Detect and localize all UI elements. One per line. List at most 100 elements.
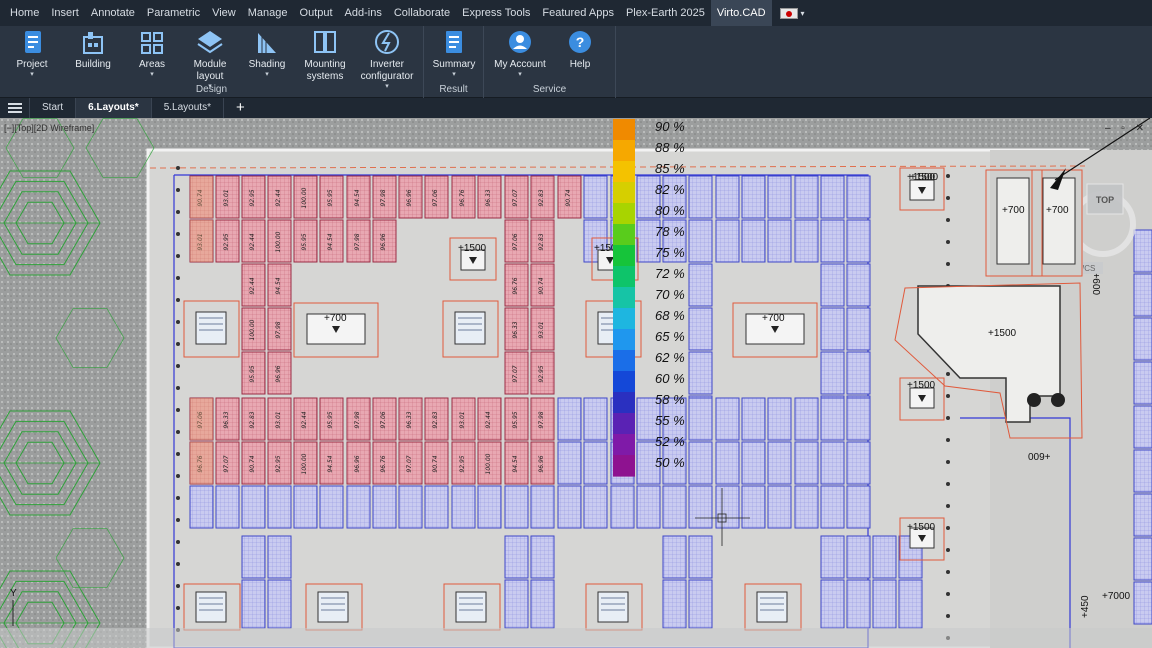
module-hatch	[584, 176, 607, 218]
elevation-label: +7000	[1102, 591, 1131, 602]
rooftop-vent[interactable]	[455, 591, 487, 623]
dropdown-arrow-icon[interactable]: ▾	[2, 71, 62, 79]
menu-tab-plex-earth-2025[interactable]: Plex-Earth 2025	[620, 0, 711, 26]
ribbon-building-button[interactable]: Building	[63, 26, 123, 71]
ribbon-inverter-configurator-button[interactable]: Inverter configurator ▾	[357, 26, 417, 91]
rooftop-unit-tall[interactable]	[996, 177, 1030, 265]
ribbon-shading-button[interactable]: Shading ▾	[237, 26, 297, 79]
module-shading-value: 92.95	[275, 455, 282, 472]
elevation-label: +700	[1002, 205, 1025, 216]
module-shading-value: 93.01	[275, 411, 282, 428]
ribbon-mounting-systems-button[interactable]: Mounting systems	[295, 26, 355, 83]
drawing-viewport[interactable]: 90.74 93.01 92.95 92.44 100.00 95.95 94.54 97.9…	[0, 118, 1152, 648]
roof-marker	[946, 262, 950, 266]
module-shading-value: 94.54	[512, 455, 519, 472]
rooftop-vent[interactable]	[195, 591, 227, 623]
rooftop-vent[interactable]	[597, 591, 629, 623]
roof-marker	[176, 166, 180, 170]
roof-marker	[946, 460, 950, 464]
menu-tab-collaborate[interactable]: Collaborate	[388, 0, 456, 26]
roof-marker	[176, 386, 180, 390]
roof-marker	[176, 474, 180, 478]
ribbon-group-result: Summary ▾ Result	[424, 26, 484, 98]
legend-swatch	[613, 266, 635, 288]
roof-marker	[176, 562, 180, 566]
module-shading-value: 100.00	[301, 453, 308, 474]
workspace-flag-icon[interactable]	[779, 7, 798, 19]
module-hatch	[505, 486, 528, 528]
module-shading-value: 96.76	[512, 277, 519, 294]
module-shading-value: 100.00	[249, 319, 256, 340]
elevation-label: 009+	[1028, 452, 1051, 463]
module-shading-value: 92.95	[223, 233, 230, 250]
roof-marker	[176, 210, 180, 214]
module-shading-value: 92.83	[432, 411, 439, 428]
wcs-menu[interactable]: WCS	[1077, 264, 1096, 273]
viewport-controls-label[interactable]: [−][Top][2D Wireframe]	[4, 123, 94, 133]
new-tab-button[interactable]: +	[224, 98, 257, 118]
module-hatch	[847, 220, 870, 262]
menu-tab-add-ins[interactable]: Add-ins	[339, 0, 388, 26]
rooftop-vent[interactable]	[195, 311, 227, 345]
module-shading-value: 97.98	[354, 233, 361, 250]
roof-marker	[946, 196, 950, 200]
ucs-y-label: Y	[10, 588, 17, 599]
rooftop-vent[interactable]	[756, 591, 788, 623]
module-hatch	[531, 536, 554, 578]
dropdown-arrow-icon[interactable]: ▾	[237, 71, 297, 79]
document-tab[interactable]: 6.Layouts*	[76, 98, 152, 118]
legend-swatch	[613, 203, 635, 225]
menu-tab-featured-apps[interactable]: Featured Apps	[536, 0, 620, 26]
ribbon-project-button[interactable]: Project ▾	[2, 26, 62, 79]
ribbon-module-layout-button[interactable]: Module layout ▾	[180, 26, 240, 91]
viewcube-top-label[interactable]: TOP	[1096, 195, 1114, 205]
legend-swatch	[613, 140, 635, 162]
ribbon-summary-button[interactable]: Summary ▾	[424, 26, 484, 79]
module-hatch	[689, 442, 712, 484]
roof-marker	[176, 540, 180, 544]
legend-level-label: 75 %	[655, 245, 685, 260]
menu-tab-virto-cad[interactable]: Virto.CAD	[710, 0, 772, 26]
module-hatch	[847, 176, 870, 218]
menu-tab-manage[interactable]: Manage	[242, 0, 294, 26]
menu-tab-output[interactable]: Output	[294, 0, 339, 26]
ribbon-my-account-button[interactable]: My Account ▾	[490, 26, 550, 79]
menu-tab-parametric[interactable]: Parametric	[141, 0, 206, 26]
drawing-canvas[interactable]: 90.74 93.01 92.95 92.44 100.00 95.95 94.54 97.9…	[0, 118, 1152, 648]
ribbon-areas-button[interactable]: Areas ▾	[122, 26, 182, 79]
menu-tab-view[interactable]: View	[206, 0, 242, 26]
dropdown-arrow-icon[interactable]: ▾	[122, 71, 182, 79]
module-hatch	[663, 486, 686, 528]
ribbon-button-label: Building	[75, 59, 111, 70]
module-hatch	[1134, 538, 1152, 580]
rooftop-vent[interactable]	[317, 591, 349, 623]
viewcube[interactable]: TOP N W S WCS	[1051, 165, 1149, 283]
module-shading-value: 94.54	[327, 233, 334, 250]
document-tab[interactable]: 5.Layouts*	[152, 98, 224, 118]
roof-marker	[946, 504, 950, 508]
module-hatch	[216, 486, 239, 528]
menu-bar: Home Insert Annotate Parametric View Manage Ou…	[0, 0, 1152, 26]
module-hatch	[821, 220, 844, 262]
legend-level-label: 78 %	[655, 224, 685, 239]
workspace-caret[interactable]: ▾	[801, 9, 805, 18]
rooftop-vent[interactable]	[454, 311, 486, 345]
menu-tab-express-tools[interactable]: Express Tools	[456, 0, 536, 26]
legend-level-label: 90 %	[655, 119, 685, 134]
dropdown-arrow-icon[interactable]: ▾	[490, 71, 550, 79]
dropdown-arrow-icon[interactable]: ▾	[424, 71, 484, 79]
menu-tab-insert[interactable]: Insert	[45, 0, 85, 26]
elevation-label: +700	[1046, 205, 1069, 216]
module-hatch	[768, 442, 791, 484]
pipe-penetration	[1051, 393, 1065, 407]
menu-tab-annotate[interactable]: Annotate	[85, 0, 141, 26]
ribbon-help-button[interactable]: ? Help	[550, 26, 610, 71]
file-tabs-menu-button[interactable]	[0, 98, 30, 118]
roof-marker	[946, 438, 950, 442]
viewport-window-controls[interactable]: – ▫ ✕	[1105, 123, 1148, 134]
document-tab[interactable]: Start	[30, 98, 77, 118]
rooftop-unit-tall[interactable]	[1042, 177, 1076, 265]
menu-tab-home[interactable]: Home	[4, 0, 45, 26]
module-shading-value: 97.06	[512, 233, 519, 250]
mounting-systems-icon	[314, 31, 336, 53]
